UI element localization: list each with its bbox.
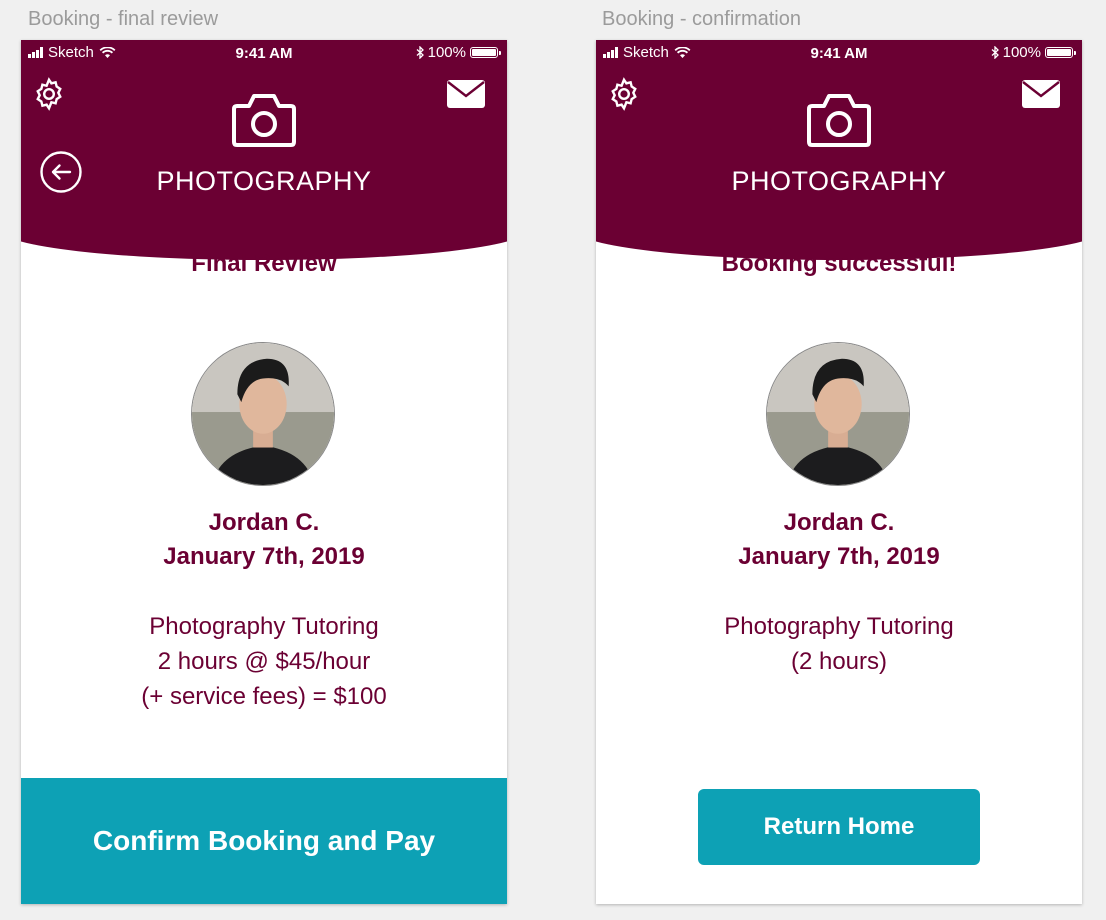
service-rate: 2 hours @ $45/hour [157,648,371,675]
tutor-name: Jordan C. [783,509,895,536]
confirm-booking-button[interactable]: Confirm Booking and Pay [21,778,507,904]
battery-percent: 100% [1002,44,1041,61]
page-title: Booking successful! [721,250,957,277]
artboard-label-confirmation: Booking - confirmation [602,8,801,30]
brand-title: PHOTOGRAPHY [731,166,947,196]
booking-date: January 7th, 2019 [738,543,940,570]
status-bar: Sketch 9:41 AM 100% [21,40,507,64]
brand-title: PHOTOGRAPHY [156,166,372,196]
status-bar: Sketch 9:41 AM 100% [596,40,1082,64]
bluetooth-icon [416,46,424,59]
mail-icon[interactable] [447,80,485,108]
service-name: Photography Tutoring [724,613,954,640]
return-home-button[interactable]: Return Home [698,789,980,865]
battery-icon [1045,47,1076,58]
tutor-name: Jordan C. [208,509,320,536]
battery-percent: 100% [427,44,466,61]
mail-icon[interactable] [1022,80,1060,108]
service-duration: (2 hours) [790,648,888,675]
booking-date: January 7th, 2019 [163,543,365,570]
gear-icon[interactable] [31,76,67,112]
camera-icon [807,94,871,147]
phone-screen-final-review: Sketch 9:41 AM 100% PHOTOGRAPHY Final Re… [21,40,507,904]
camera-icon [232,94,296,147]
bluetooth-icon [991,46,999,59]
service-total: (+ service fees) = $100 [141,683,387,710]
page-title: Final Review [191,250,337,277]
artboard-label-final-review: Booking - final review [28,8,219,30]
battery-icon [470,47,501,58]
service-name: Photography Tutoring [149,613,379,640]
gear-icon[interactable] [606,76,642,112]
phone-screen-confirmation: Sketch 9:41 AM 100% PHOTOGRAPHY Booking … [596,40,1082,904]
avatar [766,342,910,486]
avatar [191,342,335,486]
